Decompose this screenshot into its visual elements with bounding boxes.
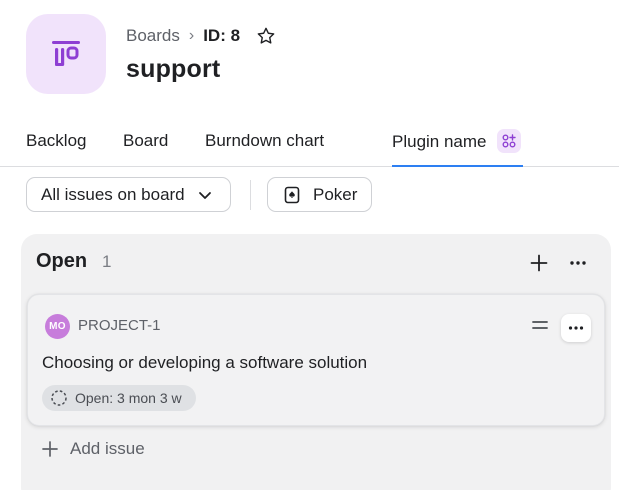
status-text: Open: 3 mon 3 w — [75, 390, 182, 406]
tab-label: Backlog — [26, 131, 87, 150]
card-more-button[interactable] — [561, 314, 591, 342]
column-more-button[interactable] — [566, 251, 590, 275]
issue-summary: Choosing or developing a software soluti… — [42, 353, 368, 372]
poker-label: Poker — [313, 184, 358, 204]
board-logo-icon — [52, 41, 80, 66]
issue-card[interactable]: MO PROJECT-1 Choosing or developing a so… — [27, 294, 605, 426]
issue-filter-dropdown[interactable]: All issues on board — [26, 177, 231, 212]
more-horizontal-icon — [568, 326, 584, 330]
column-issue-count: 1 — [102, 252, 112, 271]
tab-burndown-chart[interactable]: Burndown chart — [205, 131, 324, 167]
avatar: MO — [45, 314, 70, 339]
column-add-button[interactable] — [527, 251, 551, 275]
status-badge: Open: 3 mon 3 w — [42, 385, 196, 411]
tab-label: Burndown chart — [205, 131, 325, 150]
plugin-icon — [496, 129, 521, 153]
board-logo — [26, 14, 106, 94]
column-title: Open — [36, 250, 88, 272]
poker-card-icon — [284, 186, 300, 204]
chevron-down-icon — [197, 187, 213, 203]
add-issue-label: Add issue — [70, 439, 145, 458]
star-icon — [257, 27, 275, 44]
tab-plugin-name[interactable]: Plugin name — [392, 129, 523, 167]
tab-board[interactable]: Board — [123, 131, 168, 167]
plus-icon — [42, 441, 58, 457]
board-page: Boards › ID: 8 support Backlog Board Bur… — [0, 0, 619, 490]
add-issue-button[interactable]: Add issue — [41, 438, 145, 460]
more-horizontal-icon — [570, 261, 586, 265]
tab-label: Board — [123, 131, 169, 150]
tab-backlog[interactable]: Backlog — [26, 131, 86, 167]
filter-label: All issues on board — [41, 184, 185, 204]
poker-button[interactable]: Poker — [267, 177, 372, 212]
issue-key-link[interactable]: PROJECT-1 — [78, 317, 161, 334]
board-tabs: Backlog Board Burndown chart Plugin name — [0, 118, 619, 167]
favorite-button[interactable] — [256, 26, 276, 46]
board-id: ID: 8 — [203, 26, 241, 45]
plus-icon — [530, 254, 548, 272]
status-open-icon — [51, 390, 67, 406]
toolbar-divider — [250, 180, 251, 210]
breadcrumb-separator: › — [188, 27, 195, 44]
breadcrumb-boards-link[interactable]: Boards — [126, 26, 180, 46]
priority-medium-icon — [531, 318, 549, 332]
breadcrumb: Boards › ID: 8 — [126, 25, 276, 47]
page-title: support — [126, 55, 221, 83]
tab-label: Plugin name — [392, 132, 487, 151]
